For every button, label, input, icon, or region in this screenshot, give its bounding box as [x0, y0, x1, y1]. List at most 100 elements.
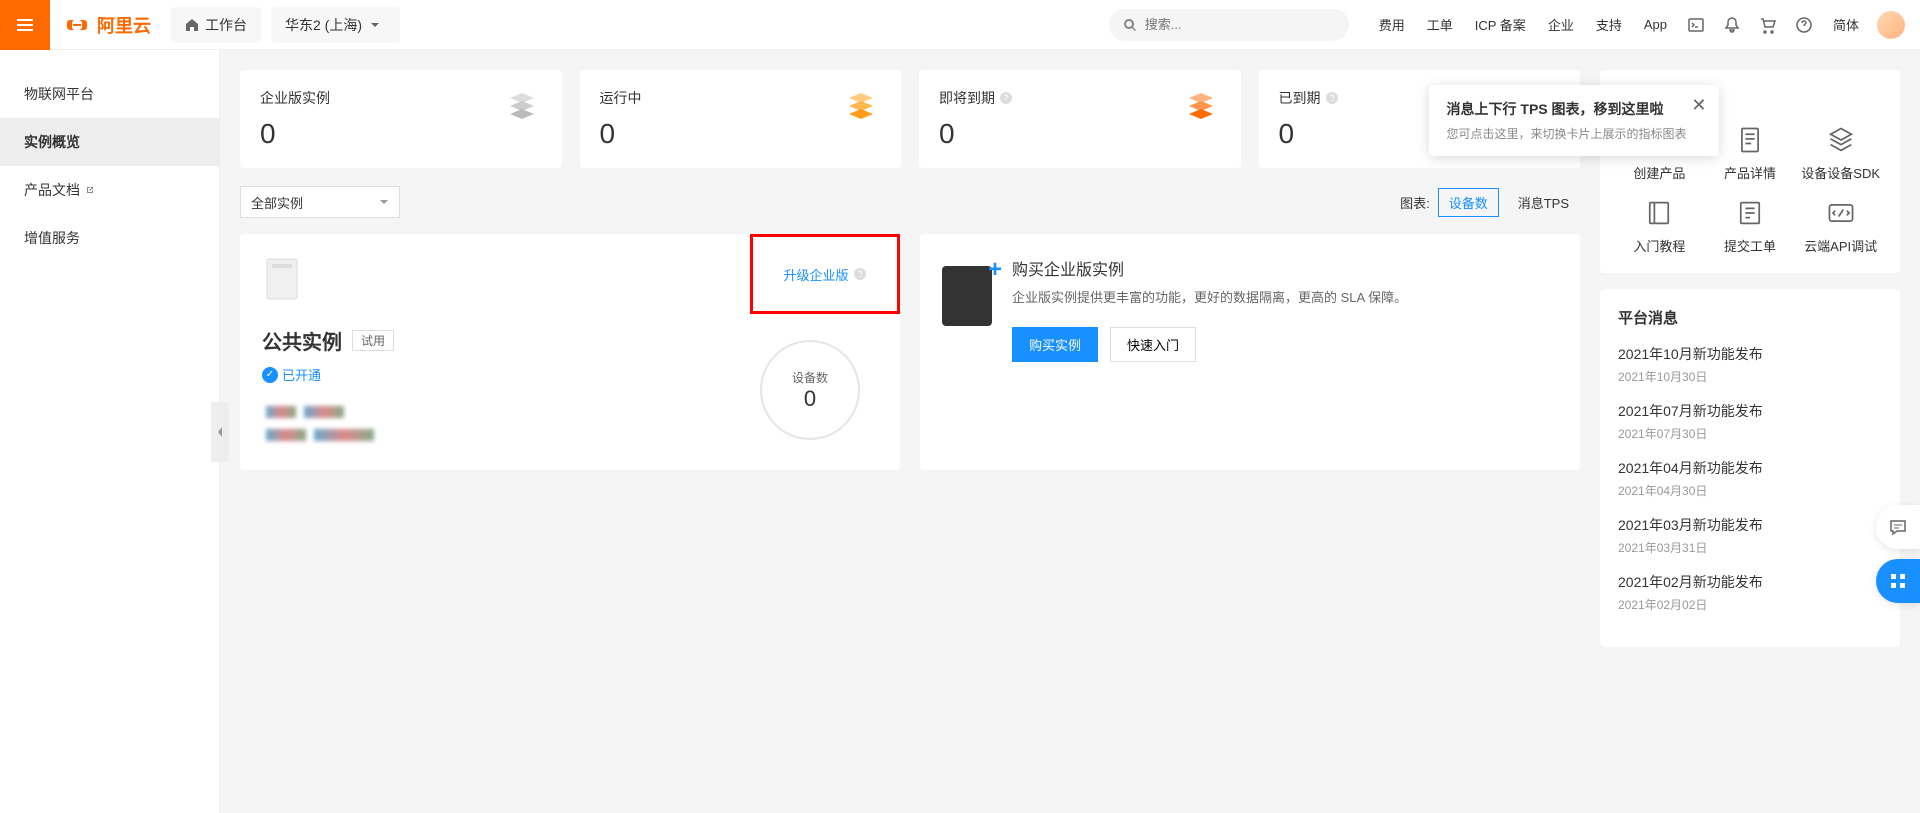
- content-left: 企业版实例 0 运行中 0 即将到期? 0: [240, 70, 1580, 793]
- grid-icon: [1888, 571, 1908, 591]
- stat-card-running: 运行中 0: [580, 70, 902, 168]
- hamburger-icon: [15, 15, 35, 35]
- layers-icon: [1826, 125, 1856, 155]
- news-item[interactable]: 2021年04月新功能发布2021年04月30日: [1618, 458, 1882, 499]
- instance-row: 升级企业版 ? 公共实例 试用 已开通: [240, 234, 1580, 470]
- button-row: 购买实例 快速入门: [1012, 327, 1407, 362]
- quick-ticket[interactable]: 提交工单: [1709, 198, 1792, 255]
- buy-instance-card: 购买企业版实例 企业版实例提供更丰富的功能，更好的数据隔离，更高的 SLA 保障…: [920, 234, 1580, 470]
- news-item[interactable]: 2021年10月新功能发布2021年10月30日: [1618, 344, 1882, 385]
- toggle-devices[interactable]: 设备数: [1438, 188, 1499, 217]
- header-right: 费用 工单 ICP 备案 企业 支持 App 简体: [1369, 8, 1920, 42]
- select-value: 全部实例: [251, 193, 303, 212]
- main-content: 企业版实例 0 运行中 0 即将到期? 0: [220, 50, 1920, 813]
- book-icon: [1644, 198, 1674, 228]
- news-item[interactable]: 2021年03月新功能发布2021年03月31日: [1618, 515, 1882, 556]
- news-title: 2021年02月新功能发布: [1618, 572, 1882, 592]
- quick-product-detail[interactable]: 产品详情: [1709, 125, 1792, 182]
- region-label: 华东2 (上海): [285, 15, 362, 35]
- close-icon[interactable]: ✕: [1691, 95, 1706, 116]
- avatar[interactable]: [1877, 11, 1905, 39]
- toggle-tps[interactable]: 消息TPS: [1507, 188, 1580, 217]
- stat-value: 0: [600, 118, 642, 150]
- sidebar-item-iot[interactable]: 物联网平台: [0, 70, 219, 118]
- news-title: 2021年07月新功能发布: [1618, 401, 1882, 421]
- svg-text:?: ?: [1003, 93, 1008, 103]
- quick-api[interactable]: 云端API调试: [1799, 198, 1882, 255]
- highlight-area: 升级企业版 ?: [750, 234, 900, 314]
- ticket-icon: [1735, 198, 1765, 228]
- sidebar-item-docs[interactable]: 产品文档: [0, 166, 219, 214]
- stat-card-expiring: 即将到期? 0: [919, 70, 1241, 168]
- chevron-left-icon: [216, 426, 224, 438]
- stat-value: 0: [260, 118, 330, 150]
- workspace-label: 工作台: [205, 15, 247, 35]
- chart-label: 图表:: [1400, 193, 1430, 212]
- stat-label: 即将到期?: [939, 88, 1013, 108]
- side-right: 常用入口 创建产品 产品详情 设备设备SDK: [1600, 70, 1900, 793]
- device-gauge: 设备数 0: [760, 340, 860, 440]
- feedback-button[interactable]: [1876, 505, 1920, 549]
- news-title: 2021年10月新功能发布: [1618, 344, 1882, 364]
- news-item[interactable]: 2021年07月新功能发布2021年07月30日: [1618, 401, 1882, 442]
- nav-fee[interactable]: 费用: [1369, 15, 1415, 34]
- public-instance-card: 升级企业版 ? 公共实例 试用 已开通: [240, 234, 900, 470]
- svg-text:?: ?: [857, 269, 862, 279]
- apps-button[interactable]: [1876, 559, 1920, 603]
- chevron-down-icon: [379, 197, 389, 207]
- sidebar-label: 产品文档: [24, 180, 80, 200]
- upgrade-link[interactable]: 升级企业版 ?: [783, 265, 866, 284]
- nav-ticket[interactable]: 工单: [1417, 15, 1463, 34]
- search-box[interactable]: [1109, 9, 1349, 41]
- quick-sdk[interactable]: 设备设备SDK: [1799, 125, 1882, 182]
- gauge-label: 设备数: [792, 369, 828, 386]
- news-list: 2021年10月新功能发布2021年10月30日2021年07月新功能发布202…: [1618, 344, 1882, 613]
- help-icon[interactable]: ?: [1325, 91, 1339, 105]
- header: 阿里云 工作台 华东2 (上海) 费用 工单 ICP 备案 企业 支持 App …: [0, 0, 1920, 50]
- chat-icon: [1888, 517, 1908, 537]
- help-icon[interactable]: ?: [999, 91, 1013, 105]
- menu-button[interactable]: [0, 0, 50, 50]
- search-input[interactable]: [1145, 17, 1335, 32]
- buy-desc: 企业版实例提供更丰富的功能，更好的数据隔离，更高的 SLA 保障。: [1012, 288, 1407, 309]
- search-icon: [1123, 18, 1137, 32]
- filter-row: 全部实例 图表: 设备数 消息TPS: [240, 186, 1580, 218]
- collapse-handle[interactable]: [211, 402, 229, 462]
- news-title: 2021年04月新功能发布: [1618, 458, 1882, 478]
- stack-icon: [1181, 88, 1221, 128]
- float-buttons: [1876, 505, 1920, 613]
- sidebar-item-vas[interactable]: 增值服务: [0, 214, 219, 262]
- stat-label: 已到期?: [1279, 88, 1339, 108]
- tooltip-popup: ✕ 消息上下行 TPS 图表，移到这里啦 您可点击这里，来切换卡片上展示的指标图…: [1429, 85, 1719, 156]
- help-icon[interactable]: [1787, 8, 1821, 42]
- region-selector[interactable]: 华东2 (上海): [271, 7, 400, 43]
- stat-value: 0: [1279, 118, 1339, 150]
- nav-support[interactable]: 支持: [1586, 15, 1632, 34]
- nav-icp[interactable]: ICP 备案: [1465, 15, 1536, 34]
- quick-tutorial[interactable]: 入门教程: [1618, 198, 1701, 255]
- sidebar-item-overview[interactable]: 实例概览: [0, 118, 219, 166]
- tooltip-desc: 您可点击这里，来切换卡片上展示的指标图表: [1447, 125, 1701, 142]
- stats-row: 企业版实例 0 运行中 0 即将到期? 0: [240, 70, 1580, 168]
- instance-filter-select[interactable]: 全部实例: [240, 186, 400, 218]
- quickstart-button[interactable]: 快速入门: [1110, 327, 1196, 362]
- logo[interactable]: 阿里云: [50, 12, 166, 38]
- nav-app[interactable]: App: [1634, 17, 1677, 32]
- stat-label: 运行中: [600, 88, 642, 108]
- news-item[interactable]: 2021年02月新功能发布 2021年02月02日: [1618, 572, 1882, 613]
- nav-lang[interactable]: 简体: [1823, 15, 1869, 34]
- news-date: 2021年03月31日: [1618, 539, 1882, 556]
- cloudshell-icon[interactable]: [1679, 8, 1713, 42]
- cart-icon[interactable]: [1751, 8, 1785, 42]
- stat-label: 企业版实例: [260, 88, 330, 108]
- notification-icon[interactable]: [1715, 8, 1749, 42]
- workspace-button[interactable]: 工作台: [171, 7, 261, 43]
- buy-button[interactable]: 购买实例: [1012, 327, 1098, 362]
- home-icon: [185, 18, 199, 32]
- nav-enterprise[interactable]: 企业: [1538, 15, 1584, 34]
- help-icon[interactable]: ?: [853, 267, 867, 281]
- news-date: 2021年02月02日: [1618, 596, 1882, 613]
- chevron-down-icon: [370, 20, 380, 30]
- trial-tag[interactable]: 试用: [352, 330, 394, 351]
- stat-card-enterprise: 企业版实例 0: [240, 70, 562, 168]
